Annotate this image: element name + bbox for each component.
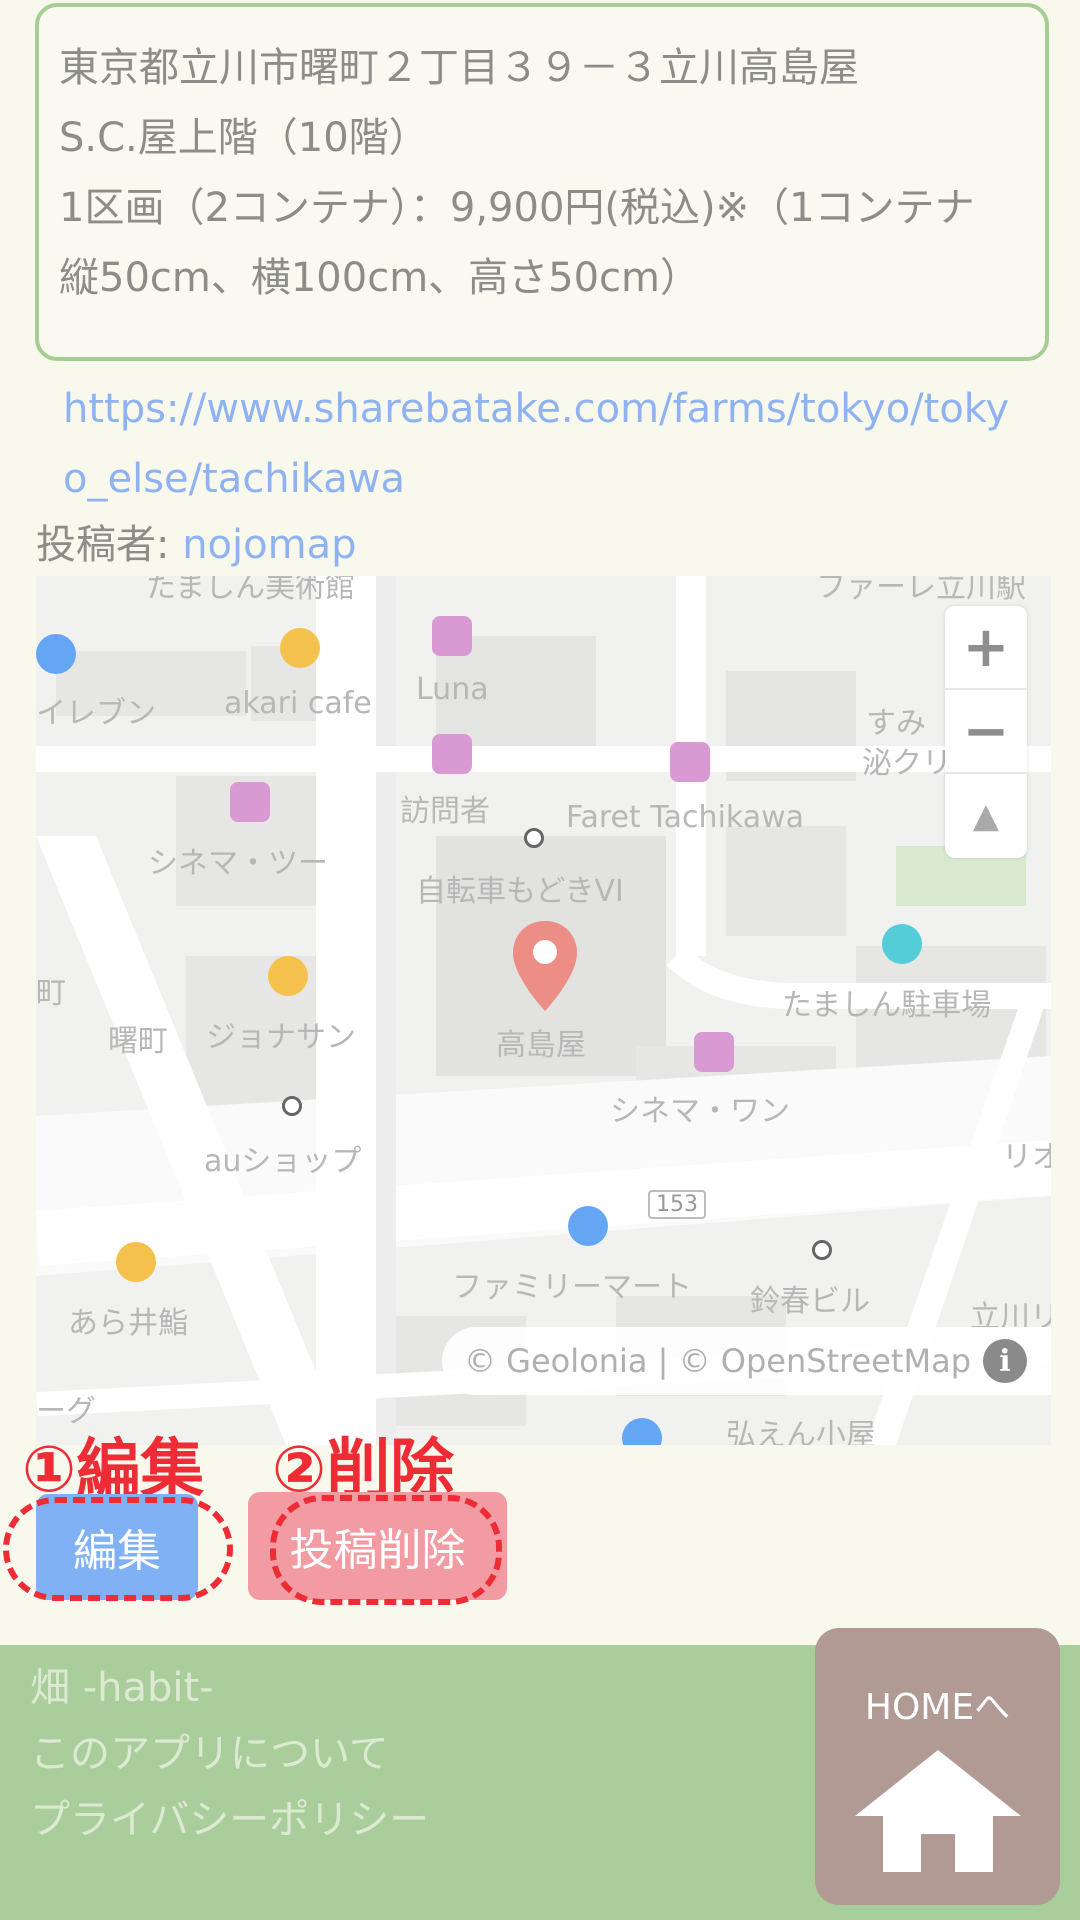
map-label-houmon: 訪問者 (400, 794, 490, 829)
map[interactable]: たましん美術館 ファーレ立川駅 イレブン akari cafe Luna すみ … (36, 576, 1051, 1445)
location-pin-icon[interactable] (510, 919, 580, 1015)
detail-floor: S.C.屋上階（10階） (59, 115, 429, 161)
map-attribution: © Geolonia | © OpenStreetMap i (441, 1327, 1051, 1395)
map-label-arai: あら井鮨 (68, 1306, 188, 1341)
camera-icon[interactable] (670, 742, 710, 782)
footer-link-about[interactable]: このアプリについて (30, 1721, 389, 1779)
map-label-rio: リオ (1002, 1140, 1051, 1175)
map-label-luna: Luna (416, 672, 489, 707)
farm-url-link[interactable]: https://www.sharebatake.com/farms/tokyo/… (63, 374, 1033, 514)
map-label-sumi: すみ (866, 706, 926, 741)
attribution-text[interactable]: © Geolonia | © OpenStreetMap (464, 1342, 971, 1380)
shop-icon[interactable] (36, 634, 76, 674)
footer-link-privacy[interactable]: プライバシーポリシー (30, 1787, 429, 1845)
edit-highlight-ring (3, 1497, 233, 1601)
poster-line: 投稿者: nojomap (36, 515, 356, 575)
info-icon[interactable]: i (983, 1339, 1027, 1383)
map-label-bottom: 弘えん小屋 (726, 1418, 876, 1445)
poster-name-link[interactable]: nojomap (182, 522, 356, 568)
shop-icon[interactable] (568, 1206, 608, 1246)
map-label-takashimaya: 高島屋 (496, 1028, 586, 1063)
home-label: HOMEへ (864, 1687, 1011, 1728)
restaurant-icon[interactable] (116, 1242, 156, 1282)
map-label-tamashin-parking: たましん駐車場 (782, 988, 992, 1023)
poi-dot-icon (812, 1240, 832, 1260)
farm-detail-box: 東京都立川市曙町２丁目３９－３立川高島屋 S.C.屋上階（10階） 1区画（2コ… (35, 3, 1049, 361)
home-icon (854, 1750, 1021, 1872)
footer: 畑 -habit- このアプリについて プライバシーポリシー HOMEへ (0, 1628, 1080, 1920)
map-label-faret-station: ファーレ立川駅 (816, 576, 1026, 605)
parking-icon[interactable] (882, 924, 922, 964)
map-label-museum: たましん美術館 (146, 576, 356, 605)
page: 東京都立川市曙町２丁目３９－３立川高島屋 S.C.屋上階（10階） 1区画（2コ… (0, 0, 1080, 1920)
zoom-out-button[interactable]: − (945, 690, 1027, 774)
map-label-faret: Faret Tachikawa (566, 800, 805, 835)
map-label-akebono: 曙町 (108, 1024, 168, 1059)
map-label-cinema1: シネマ・ワン (610, 1094, 790, 1129)
poi-dot-icon (282, 1096, 302, 1116)
detail-price: 1区画（2コンテナ）：9,900円(税込)※（1コンテナ (59, 185, 975, 231)
map-label-familymart: ファミリーマート (452, 1270, 692, 1305)
map-label-akari-cafe: akari cafe (224, 686, 372, 721)
cinema-icon[interactable] (230, 782, 270, 822)
shopping-icon[interactable] (432, 616, 472, 656)
route-153-shield: 153 (648, 1190, 706, 1219)
home-button[interactable]: HOMEへ (815, 1628, 1060, 1905)
poi-dot-icon (524, 828, 544, 848)
restaurant-icon[interactable] (268, 956, 308, 996)
cinema-icon[interactable] (694, 1032, 734, 1072)
map-label-clinic: 泌クリ (862, 746, 952, 781)
footer-link-habit[interactable]: 畑 -habit- (30, 1655, 214, 1713)
map-label-au: auショップ (204, 1144, 362, 1179)
map-label-jonathan: ジョナサン (206, 1020, 356, 1055)
map-label-suzuharu: 鈴春ビル (750, 1284, 870, 1319)
poster-label: 投稿者: (36, 522, 183, 568)
shopping-icon[interactable] (432, 734, 472, 774)
map-zoom-control: + − ▲ (945, 606, 1027, 858)
zoom-in-button[interactable]: + (945, 606, 1027, 690)
detail-size: 縦50cm、横100cm、高さ50cm） (59, 255, 701, 301)
cafe-icon[interactable] (280, 628, 320, 668)
map-label-akebono-left: 町 (36, 976, 66, 1011)
map-label-bike: 自転車もどきVI (416, 874, 624, 909)
map-label-cinema2: シネマ・ツー (148, 846, 328, 881)
compass-button[interactable]: ▲ (945, 774, 1027, 858)
delete-highlight-ring (270, 1495, 502, 1605)
map-label-seven: イレブン (36, 696, 156, 731)
detail-address: 東京都立川市曙町２丁目３９－３立川高島屋 (59, 45, 859, 91)
